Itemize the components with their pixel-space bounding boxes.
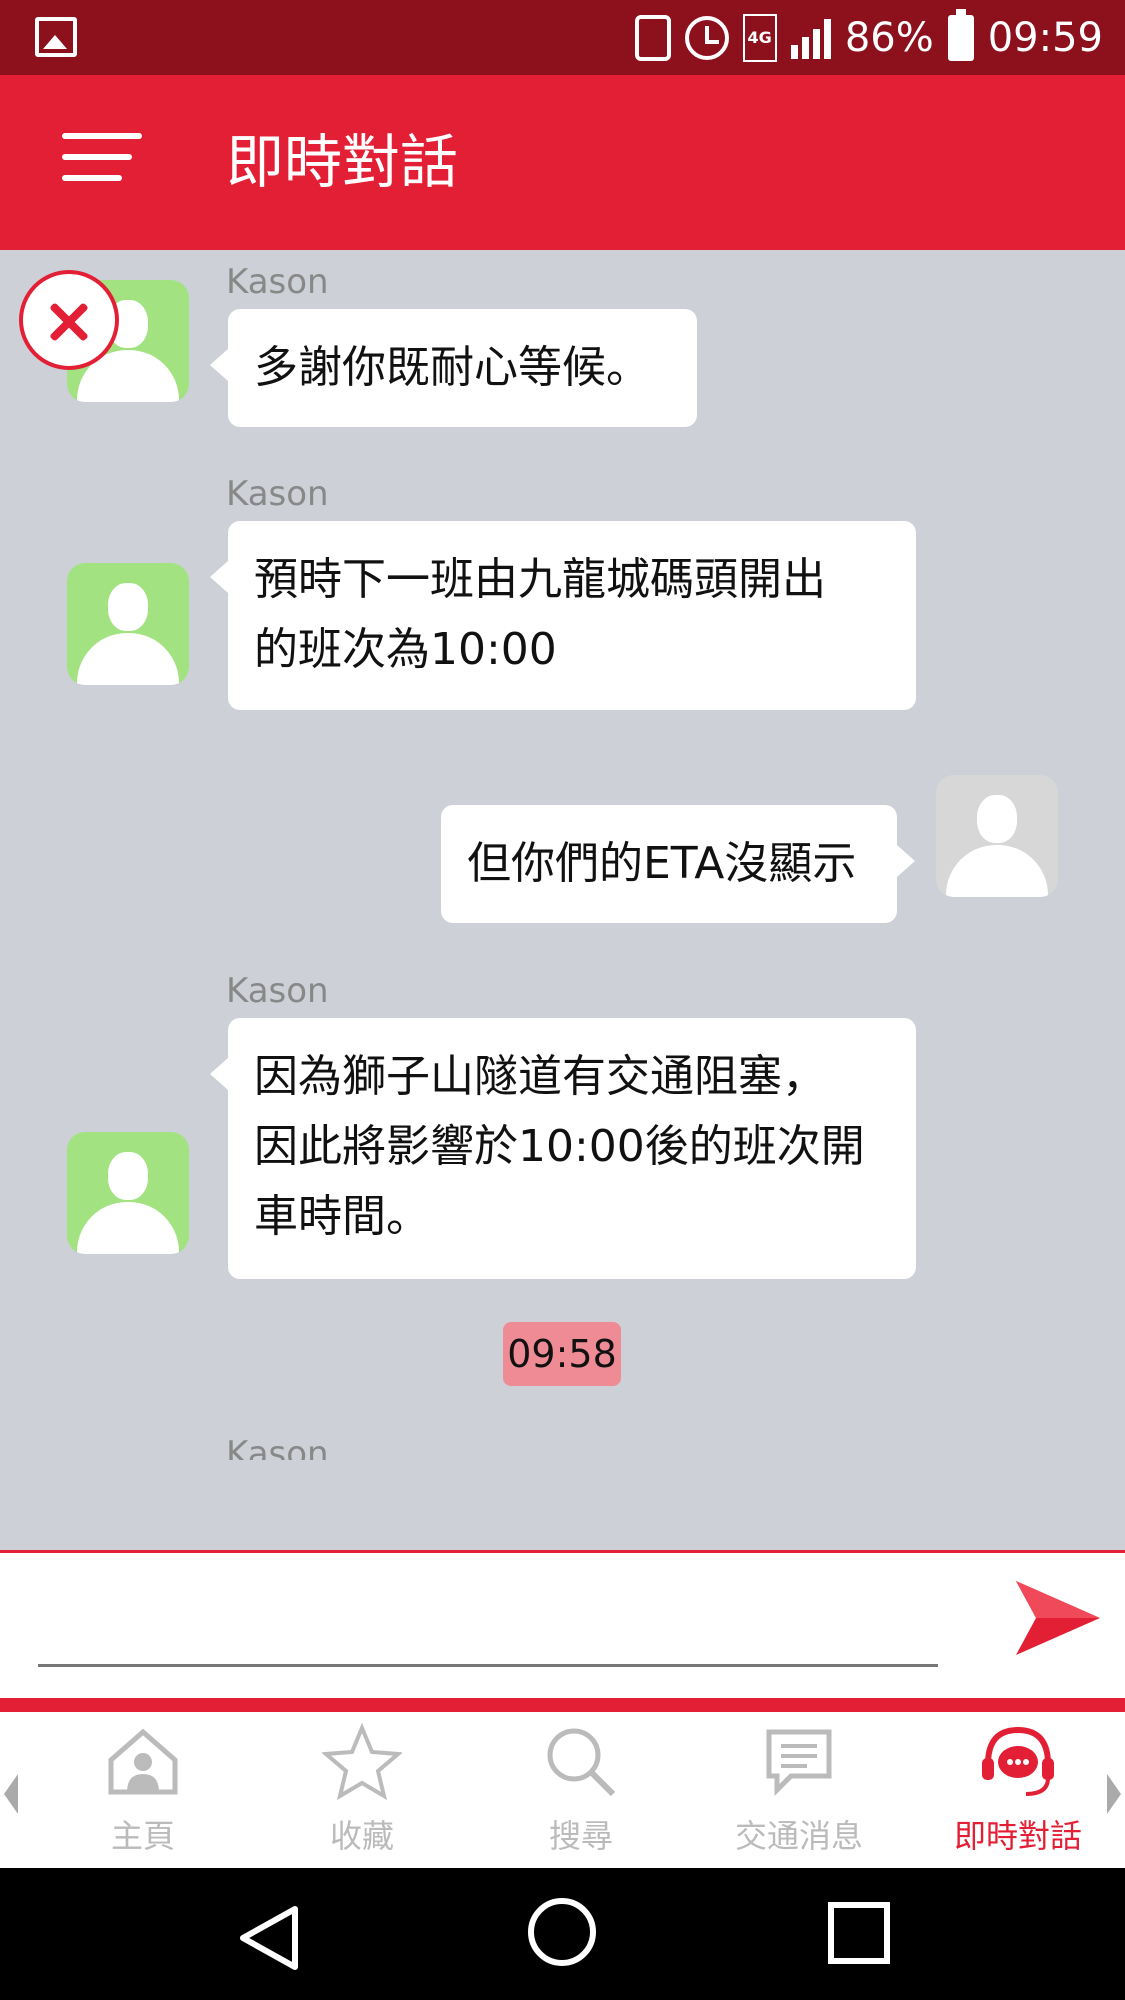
nav-label: 搜尋 bbox=[548, 1817, 613, 1855]
status-bar: 4G 86% 09:59 bbox=[0, 0, 1125, 75]
close-icon[interactable] bbox=[19, 270, 119, 370]
alarm-icon bbox=[684, 14, 729, 62]
message-bubble: 預時下一班由九龍城碼頭開出 的班次為10:00 bbox=[210, 521, 916, 710]
sender-name: Kason bbox=[226, 971, 329, 1011]
message-bubble: 多謝你既耐心等候。 bbox=[210, 309, 697, 427]
sender-name: Kason bbox=[226, 474, 329, 514]
nav-item-live-chat[interactable]: 即時對話 bbox=[909, 1712, 1125, 1868]
battery-percent: 86% bbox=[844, 14, 934, 61]
menu-icon[interactable] bbox=[62, 133, 142, 183]
message-text: 多謝你既耐心等候。 bbox=[254, 342, 650, 393]
send-icon[interactable] bbox=[1012, 1573, 1102, 1663]
nav-item-search[interactable]: 搜尋 bbox=[472, 1712, 690, 1868]
message-bubble: 因為獅子山隧道有交通阻塞， 因此將影響於10:00後的班次開 車時間。 bbox=[210, 1018, 916, 1279]
message-text: 因此將影響於10:00後的班次開 bbox=[254, 1121, 865, 1172]
vibrate-icon bbox=[634, 14, 671, 62]
nav-scroll-right-icon[interactable] bbox=[1107, 1774, 1121, 1814]
bottom-nav: 主頁 收藏 搜尋 交通消息 即時對話 bbox=[0, 1712, 1125, 1868]
nav-label: 收藏 bbox=[329, 1817, 394, 1855]
nav-label: 主頁 bbox=[110, 1817, 175, 1855]
message-text: 因為獅子山隧道有交通阻塞， bbox=[254, 1051, 826, 1102]
chat-support-icon bbox=[982, 1726, 1054, 1796]
home-button-icon[interactable] bbox=[528, 1898, 596, 1966]
nav-label: 交通消息 bbox=[734, 1817, 863, 1855]
message-input-bar bbox=[0, 1550, 1125, 1698]
back-icon[interactable] bbox=[235, 1903, 305, 1973]
nav-item-traffic-news[interactable]: 交通消息 bbox=[690, 1712, 908, 1868]
message-icon bbox=[766, 1729, 832, 1797]
divider bbox=[0, 1698, 1125, 1712]
battery-icon bbox=[947, 8, 974, 61]
app-bar: 即時對話 bbox=[0, 75, 1125, 250]
signal-icon bbox=[790, 17, 831, 59]
status-icons: 4G 86% 09:59 bbox=[634, 0, 1103, 75]
nav-item-home[interactable]: 主頁 bbox=[34, 1712, 252, 1868]
nav-item-favourites[interactable]: 收藏 bbox=[253, 1712, 471, 1868]
search-icon bbox=[547, 1728, 616, 1797]
status-time: 09:59 bbox=[987, 14, 1103, 61]
gallery-notification-icon bbox=[35, 17, 77, 57]
agent-avatar bbox=[67, 563, 189, 685]
user-avatar bbox=[936, 775, 1058, 897]
nav-label: 即時對話 bbox=[953, 1817, 1082, 1855]
system-navigation-bar bbox=[0, 1868, 1125, 2000]
message-input[interactable] bbox=[38, 1583, 938, 1667]
message-bubble-user: 但你們的ETA沒顯示 bbox=[441, 805, 915, 923]
message-text: 預時下一班由九龍城碼頭開出 bbox=[254, 554, 826, 605]
message-text: 車時間。 bbox=[254, 1191, 430, 1242]
star-icon bbox=[322, 1722, 402, 1801]
message-text: 的班次為10:00 bbox=[254, 624, 557, 675]
home-icon bbox=[108, 1728, 178, 1795]
sender-name-partial: Kason bbox=[226, 1434, 329, 1460]
agent-avatar bbox=[67, 1132, 189, 1254]
nav-scroll-left-icon[interactable] bbox=[4, 1774, 18, 1814]
chat-area[interactable]: Kason 多謝你既耐心等候。 Kason 預時下一班由九龍城碼頭開出 的班次為… bbox=[0, 250, 1125, 1460]
timestamp-badge: 09:58 bbox=[503, 1322, 621, 1386]
message-text: 但你們的ETA沒顯示 bbox=[467, 838, 857, 889]
sender-name: Kason bbox=[226, 262, 329, 302]
page-title: 即時對話 bbox=[226, 128, 459, 196]
network-type-icon: 4G bbox=[742, 13, 777, 62]
recent-apps-icon[interactable] bbox=[828, 1902, 890, 1964]
